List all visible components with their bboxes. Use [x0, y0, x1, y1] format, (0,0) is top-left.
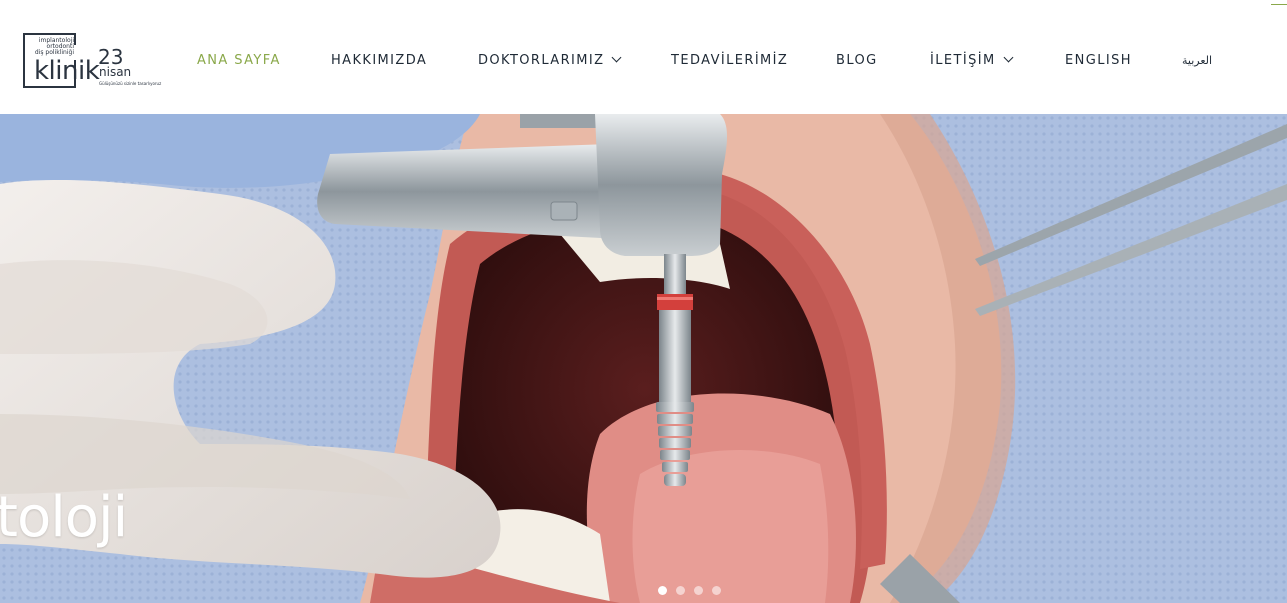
page: implantoloji ortodonti diş polikliniği k…	[0, 0, 1287, 603]
nav-item-iletisim[interactable]: İLETİŞİM	[930, 52, 1014, 69]
site-header: implantoloji ortodonti diş polikliniği k…	[0, 0, 1287, 114]
hero-caption: toloji	[0, 485, 128, 550]
slider-dot-2[interactable]	[676, 586, 685, 595]
site-logo[interactable]: implantoloji ortodonti diş polikliniği k…	[23, 33, 161, 91]
chevron-down-icon	[1003, 52, 1014, 63]
slider-dot-1[interactable]	[658, 586, 667, 595]
nav-label: TEDAVİLERİMİZ	[671, 53, 789, 68]
nav-label: İLETİŞİM	[930, 53, 996, 68]
nav-item-arabic[interactable]: العربية	[1182, 53, 1212, 69]
nav-item-doktorlarimiz[interactable]: DOKTORLARIMIZ	[478, 52, 622, 69]
nav-label: DOKTORLARIMIZ	[478, 53, 605, 68]
nav-label: ENGLISH	[1065, 53, 1132, 68]
slider-dot-3[interactable]	[694, 586, 703, 595]
nav-item-blog[interactable]: BLOG	[836, 53, 878, 69]
nav-label: ANA SAYFA	[197, 53, 281, 68]
accent-line	[1271, 4, 1287, 5]
hero-slider: toloji	[0, 114, 1287, 603]
logo-tagline: Gülüşünüzü sizinle tasarlıyoruz	[99, 81, 162, 86]
nav-label: HAKKIMIZDA	[331, 53, 428, 68]
nav-item-ana-sayfa[interactable]: ANA SAYFA	[197, 53, 281, 69]
slider-dot-4[interactable]	[712, 586, 721, 595]
nav-item-english[interactable]: ENGLISH	[1065, 53, 1132, 69]
logo-brand-name: klinik	[34, 56, 100, 86]
nav-label: BLOG	[836, 53, 878, 68]
hero-image	[0, 114, 1287, 603]
nav-item-tedavilerimiz[interactable]: TEDAVİLERİMİZ	[671, 53, 788, 69]
nav-label: العربية	[1182, 54, 1213, 67]
nav-item-hakkimizda[interactable]: HAKKIMIZDA	[331, 53, 427, 69]
chevron-down-icon	[611, 52, 622, 63]
logo-number: 23	[98, 45, 124, 69]
logo-subtitle: nisan	[99, 65, 132, 79]
